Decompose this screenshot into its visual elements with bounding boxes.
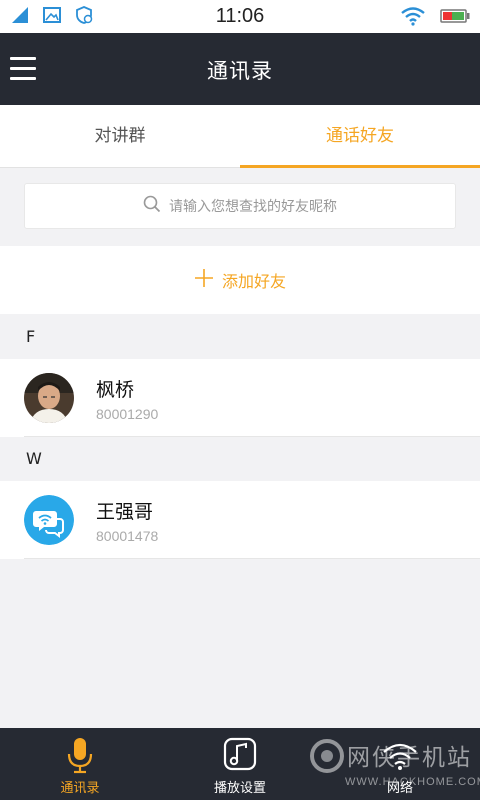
app-header: 通讯录: [0, 33, 480, 105]
music-note-icon: [222, 736, 258, 776]
add-friend-label: 添加好友: [221, 272, 286, 291]
contact-id: 80001290: [96, 406, 159, 422]
contact-item[interactable]: 枫桥 80001290: [0, 359, 480, 437]
microphone-icon: [65, 736, 95, 778]
search-input[interactable]: 请输入您想查找的好友昵称: [24, 183, 456, 229]
status-bar: 11:06: [0, 0, 480, 33]
search-placeholder: 请输入您想查找的好友昵称: [169, 199, 337, 215]
tab-call-friends[interactable]: 通话好友: [240, 105, 480, 168]
wifi-icon: [400, 6, 426, 30]
search-area: 请输入您想查找的好友昵称: [0, 168, 480, 244]
divider: [24, 558, 480, 559]
wifi-icon: [380, 736, 420, 776]
chat-wifi-avatar: [24, 495, 74, 545]
bottom-nav: 通讯录 播放设置 网络: [0, 728, 480, 800]
search-icon: [143, 195, 161, 217]
nav-contacts-label: 通讯录: [60, 781, 100, 796]
photo-avatar: [24, 373, 74, 423]
status-right-icons: [400, 6, 470, 30]
contact-item[interactable]: 王强哥 80001478: [0, 481, 480, 559]
section-header-f: F: [0, 315, 480, 359]
battery-icon: [440, 8, 470, 28]
plus-icon: [194, 267, 214, 293]
contact-name: 王强哥: [96, 501, 154, 523]
nav-playback-settings[interactable]: 播放设置: [160, 728, 320, 800]
contact-id: 80001478: [96, 528, 159, 544]
section-header-w: W: [0, 437, 480, 481]
contact-name: 枫桥: [96, 379, 135, 401]
nav-playback-label: 播放设置: [213, 781, 266, 796]
nav-network[interactable]: 网络: [320, 728, 480, 800]
page-title: 通讯录: [207, 59, 273, 83]
tab-bar: 对讲群 通话好友: [0, 105, 480, 168]
tab-talk-groups[interactable]: 对讲群: [0, 105, 240, 167]
nav-network-label: 网络: [386, 781, 413, 796]
nav-contacts[interactable]: 通讯录: [0, 728, 160, 800]
add-friend-button[interactable]: 添加好友: [0, 246, 480, 314]
